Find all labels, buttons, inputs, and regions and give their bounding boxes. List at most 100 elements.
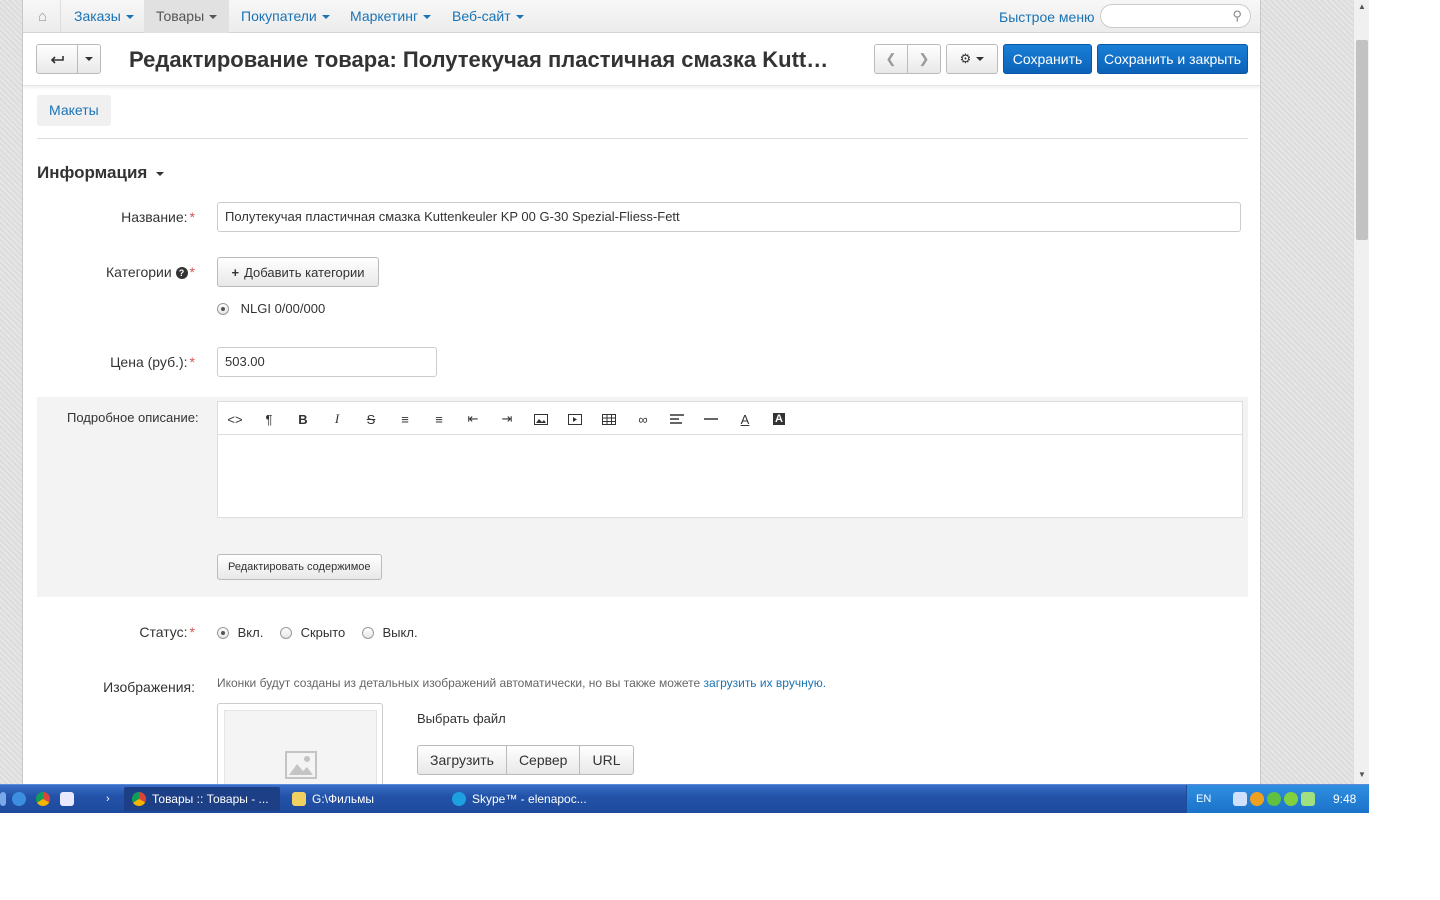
editor-toolbar: <> ¶ B I S ≡ ≡ ⇤ ⇥ ∞ A A [217, 401, 1243, 435]
status-radio-on[interactable] [217, 626, 229, 639]
search-input[interactable]: ⚲ [1100, 4, 1251, 28]
categories-label: Категории ? * [105, 264, 195, 280]
paragraph-icon[interactable]: ¶ [252, 402, 286, 436]
chevron-down-icon [85, 57, 93, 61]
next-item-button[interactable]: ❯ [907, 44, 941, 74]
category-option-label: NLGI 0/00/000 [240, 301, 326, 317]
server-button[interactable]: Сервер [505, 745, 581, 775]
app-icon[interactable] [60, 787, 80, 811]
category-option[interactable]: NLGI 0/00/000 [217, 300, 325, 316]
name-field[interactable]: Полутекучая пластичная смазка Kuttenkeul… [217, 202, 1241, 232]
save-and-close-button[interactable]: Сохранить и закрыть [1097, 44, 1248, 74]
nav-marketing[interactable]: Маркетинг [338, 0, 443, 33]
background-color-icon[interactable]: A [762, 402, 796, 436]
system-tray: EN 9:48 [1186, 785, 1369, 813]
chevron-down-icon [515, 15, 524, 20]
chevron-down-icon [209, 15, 218, 20]
url-button[interactable]: URL [579, 745, 634, 775]
scrollbar-thumb[interactable] [1356, 40, 1368, 240]
ie-icon[interactable] [12, 787, 32, 811]
divider [37, 138, 1248, 139]
admin-content: ⌂ Заказы Товары Покупатели Маркетинг Веб… [22, 0, 1261, 784]
utorrent-icon[interactable] [1284, 792, 1298, 806]
italic-icon[interactable]: I [320, 402, 354, 436]
taskbar: › Товары :: Товары - ... G:\Фильмы Skype… [0, 784, 1369, 813]
upload-manually-link[interactable]: загрузить их вручную. [704, 676, 827, 690]
nav-customers[interactable]: Покупатели [229, 0, 342, 33]
page-header: Редактирование товара: Полутекучая пласт… [23, 34, 1260, 86]
quick-launch-expand-icon[interactable]: › [106, 787, 110, 811]
upload-button[interactable]: Загрузить [417, 745, 507, 775]
description-editor[interactable] [217, 434, 1243, 518]
images-hint: Иконки будут созданы из детальных изобра… [217, 676, 827, 690]
add-categories-button[interactable]: + Добавить категории [217, 257, 379, 287]
image-icon[interactable] [524, 402, 558, 436]
scroll-up-arrow-icon[interactable]: ▲ [1354, 0, 1369, 14]
align-icon[interactable] [660, 402, 694, 436]
video-icon[interactable] [558, 402, 592, 436]
tray-app-icon[interactable] [1250, 792, 1264, 806]
back-dropdown-button[interactable] [77, 44, 101, 74]
clock[interactable]: 9:48 [1333, 787, 1356, 811]
chevron-down-icon [156, 171, 165, 176]
taskbar-item-chrome[interactable]: Товары :: Товары - ... [124, 787, 280, 811]
image-placeholder-inner [224, 710, 377, 784]
table-icon[interactable] [592, 402, 626, 436]
quick-menu-link[interactable]: Быстрое меню [999, 0, 1095, 33]
edit-content-button[interactable]: Редактировать содержимое [217, 554, 382, 580]
font-color-icon[interactable]: A [728, 402, 762, 436]
choose-file-label[interactable]: Выбрать файл [417, 711, 506, 726]
status-radio-hidden[interactable] [279, 626, 292, 639]
nav-website[interactable]: Веб-сайт [440, 0, 536, 33]
prev-item-button[interactable]: ❮ [874, 44, 908, 74]
bulleted-list-icon[interactable]: ≡ [388, 402, 422, 436]
language-indicator[interactable]: EN [1196, 787, 1211, 811]
status-option-label: Выкл. [382, 625, 418, 641]
back-arrow-icon [50, 56, 64, 64]
gear-icon: ⚙ [959, 51, 972, 66]
nav-products[interactable]: Товары [144, 0, 230, 33]
help-icon[interactable]: ? [175, 267, 188, 280]
screen: ⌂ Заказы Товары Покупатели Маркетинг Веб… [0, 0, 1369, 813]
link-icon[interactable]: ∞ [626, 402, 660, 436]
show-desktop-icon[interactable] [0, 787, 12, 811]
network-icon[interactable] [1233, 792, 1247, 806]
status-option-label: Скрыто [300, 625, 346, 641]
taskbar-item-skype[interactable]: Skype™ - elenapoc... [444, 787, 600, 811]
skype-icon [452, 792, 466, 806]
save-button[interactable]: Сохранить [1003, 44, 1092, 74]
status-radio-off[interactable] [361, 626, 374, 639]
chrome-icon[interactable] [36, 787, 56, 811]
indent-icon[interactable]: ⇥ [490, 402, 524, 436]
outdent-icon[interactable]: ⇤ [456, 402, 490, 436]
taskbar-item-folder[interactable]: G:\Фильмы [284, 787, 440, 811]
settings-dropdown-button[interactable]: ⚙ [946, 44, 998, 74]
strikethrough-icon[interactable]: S [354, 402, 388, 436]
scrollbar[interactable]: ▲ ▼ [1353, 0, 1369, 784]
images-label: Изображения: [103, 679, 195, 695]
home-icon[interactable]: ⌂ [25, 0, 61, 33]
category-radio[interactable] [217, 302, 229, 315]
price-field[interactable]: 503.00 [217, 347, 437, 377]
tray-app-icon[interactable] [1301, 792, 1315, 806]
plus-icon: + [231, 264, 240, 280]
section-title-information[interactable]: Информация [37, 163, 165, 183]
horizontal-rule-icon[interactable] [694, 402, 728, 436]
nav-orders[interactable]: Заказы [62, 0, 146, 33]
code-icon[interactable]: <> [218, 402, 252, 436]
top-navigation: ⌂ Заказы Товары Покупатели Маркетинг Веб… [23, 0, 1260, 33]
page-background-left [0, 0, 22, 784]
chevron-down-icon [125, 15, 134, 20]
bold-icon[interactable]: B [286, 402, 320, 436]
scroll-down-arrow-icon[interactable]: ▼ [1354, 768, 1369, 782]
tray-app-icon[interactable] [1267, 792, 1281, 806]
chrome-icon [132, 792, 146, 806]
tab-layouts[interactable]: Макеты [37, 95, 111, 126]
back-button[interactable] [36, 44, 78, 74]
page-title: Редактирование товара: Полутекучая пласт… [129, 47, 839, 72]
numbered-list-icon[interactable]: ≡ [422, 402, 456, 436]
description-block: Подробное описание: <> ¶ B I S ≡ ≡ ⇤ ⇥ ∞… [37, 397, 1248, 597]
price-label: Цена (руб.): * [110, 354, 195, 370]
chevron-down-icon [423, 15, 432, 20]
chevron-down-icon [976, 57, 985, 61]
